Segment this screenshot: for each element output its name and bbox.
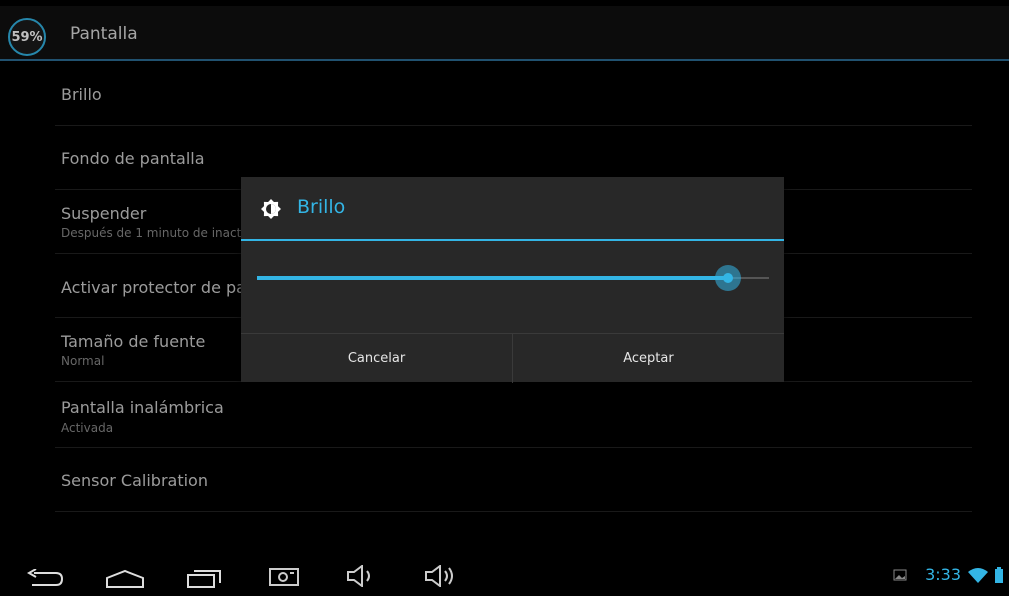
clock: 3:33 <box>925 565 961 584</box>
back-icon[interactable] <box>26 569 64 589</box>
image-notification-icon <box>893 569 907 580</box>
status-area[interactable]: 3:33 <box>893 565 1003 584</box>
dialog-title: Brillo <box>297 196 346 218</box>
recent-apps-icon[interactable] <box>186 567 224 589</box>
volume-up-icon[interactable] <box>424 565 458 587</box>
dialog-button-bar: Cancelar Aceptar <box>241 333 784 383</box>
home-icon[interactable] <box>105 569 145 589</box>
system-bar: 3:33 <box>0 555 1009 596</box>
slider-thumb-dot <box>723 273 733 283</box>
screenshot-icon[interactable] <box>268 565 300 587</box>
accept-button[interactable]: Aceptar <box>513 334 784 383</box>
brightness-dialog: Brillo Cancelar Aceptar <box>241 177 784 383</box>
battery-icon <box>995 566 1003 583</box>
dialog-header: Brillo <box>241 177 784 241</box>
cancel-button[interactable]: Cancelar <box>241 334 512 383</box>
slider-thumb[interactable] <box>715 265 741 291</box>
slider-fill <box>257 276 728 280</box>
volume-down-icon[interactable] <box>346 565 376 587</box>
brightness-icon <box>261 199 281 219</box>
wifi-icon <box>968 567 988 583</box>
brightness-slider[interactable] <box>257 265 769 291</box>
